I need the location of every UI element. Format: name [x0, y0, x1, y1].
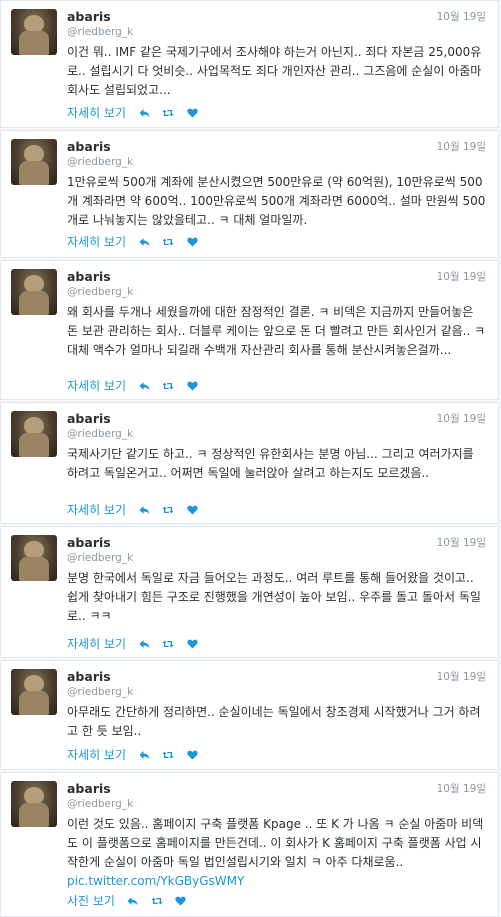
tweet[interactable]: abaris @riedberg_k 10월 19일 분명 한국에서 독일로 자…	[0, 526, 499, 658]
tweet-text-body: 이런 것도 있음.. 홈페이지 구축 플랫폼 Kpage .. 또 K 가 나옴…	[67, 817, 484, 869]
tweet-actions: 자세히 보기	[67, 377, 198, 394]
tweet[interactable]: abaris @riedberg_k 10월 19일 이건 뭐.. IMF 같은…	[0, 0, 499, 128]
tweet-date[interactable]: 10월 19일	[437, 411, 486, 426]
expand-link[interactable]: 자세히 보기	[67, 377, 126, 394]
tweet-actions: 자세히 보기	[67, 233, 198, 250]
user-handle[interactable]: @riedberg_k	[67, 26, 133, 38]
reply-icon[interactable]	[138, 107, 150, 119]
heart-icon[interactable]	[186, 638, 198, 650]
tweet-actions: 자세히 보기	[67, 746, 198, 763]
avatar[interactable]	[11, 139, 57, 185]
tweet-text: 이건 뭐.. IMF 같은 국제기구에서 조사해야 하는거 아닌지.. 죄다 자…	[67, 45, 482, 97]
tweet-actions: 자세히 보기	[67, 104, 198, 121]
user-name[interactable]: abaris	[67, 669, 111, 684]
heart-icon[interactable]	[186, 504, 198, 516]
tweet-date[interactable]: 10월 19일	[437, 535, 486, 550]
avatar[interactable]	[11, 269, 57, 315]
retweet-icon[interactable]	[162, 749, 174, 761]
reply-icon[interactable]	[138, 749, 150, 761]
reply-icon[interactable]	[138, 638, 150, 650]
expand-link[interactable]: 자세히 보기	[67, 746, 126, 763]
user-handle[interactable]: @riedberg_k	[67, 798, 133, 810]
expand-link[interactable]: 자세히 보기	[67, 233, 126, 250]
tweet-text: 국제사기단 같기도 하고.. ㅋ 정상적인 유한회사는 분명 아님... 그리고…	[67, 447, 474, 480]
view-photo-link[interactable]: 사진 보기	[67, 892, 115, 909]
tweet-text: 왜 회사를 두개나 세웠을까에 대한 잠정적인 결론. ㅋ 비덱은 지금까지 만…	[67, 305, 486, 357]
tweet-date[interactable]: 10월 19일	[437, 9, 486, 24]
heart-icon[interactable]	[186, 380, 198, 392]
tweet-date[interactable]: 10월 19일	[437, 669, 486, 684]
user-handle[interactable]: @riedberg_k	[67, 552, 133, 564]
avatar[interactable]	[11, 781, 57, 827]
retweet-icon[interactable]	[162, 504, 174, 516]
tweet-text: 아무래도 간단하게 정리하면.. 순실이네는 독일에서 창조경제 시작했거나 그…	[67, 705, 481, 738]
tweet[interactable]: abaris @riedberg_k 10월 19일 국제사기단 같기도 하고.…	[0, 402, 499, 524]
tweet-date[interactable]: 10월 19일	[437, 781, 486, 796]
retweet-icon[interactable]	[162, 236, 174, 248]
user-name[interactable]: abaris	[67, 269, 111, 284]
retweet-icon[interactable]	[162, 380, 174, 392]
avatar[interactable]	[11, 9, 57, 55]
heart-icon[interactable]	[186, 749, 198, 761]
tweet[interactable]: abaris @riedberg_k 10월 19일 1만유로씩 500개 계좌…	[0, 130, 499, 258]
tweet-text: 1만유로씩 500개 계좌에 분산시켰으면 500만유로 (약 60억원), 1…	[67, 175, 486, 227]
tweet-actions: 자세히 보기	[67, 635, 198, 652]
user-name[interactable]: abaris	[67, 411, 111, 426]
user-name[interactable]: abaris	[67, 535, 111, 550]
reply-icon[interactable]	[138, 504, 150, 516]
tweet-actions: 자세히 보기	[67, 501, 198, 518]
avatar[interactable]	[11, 411, 57, 457]
expand-link[interactable]: 자세히 보기	[67, 501, 126, 518]
expand-link[interactable]: 자세히 보기	[67, 104, 126, 121]
media-link[interactable]: pic.twitter.com/YkGByGsWMY	[67, 874, 244, 888]
tweet[interactable]: abaris @riedberg_k 10월 19일 이런 것도 있음.. 홈페…	[0, 772, 499, 917]
user-handle[interactable]: @riedberg_k	[67, 686, 133, 698]
heart-icon[interactable]	[186, 107, 198, 119]
tweet-text: 이런 것도 있음.. 홈페이지 구축 플랫폼 Kpage .. 또 K 가 나옴…	[67, 815, 488, 891]
tweet[interactable]: abaris @riedberg_k 10월 19일 아무래도 간단하게 정리하…	[0, 660, 499, 770]
user-name[interactable]: abaris	[67, 781, 111, 796]
reply-icon[interactable]	[138, 236, 150, 248]
heart-icon[interactable]	[186, 236, 198, 248]
tweet-actions: 사진 보기	[67, 892, 187, 909]
tweet[interactable]: abaris @riedberg_k 10월 19일 왜 회사를 두개나 세웠을…	[0, 260, 499, 400]
tweet-text: 분명 한국에서 독일로 자금 들어오는 과정도.. 여러 루트를 통해 들어왔을…	[67, 571, 481, 623]
avatar[interactable]	[11, 669, 57, 715]
retweet-icon[interactable]	[162, 107, 174, 119]
user-name[interactable]: abaris	[67, 9, 111, 24]
heart-icon[interactable]	[175, 895, 187, 907]
user-name[interactable]: abaris	[67, 139, 111, 154]
tweet-date[interactable]: 10월 19일	[437, 139, 486, 154]
user-handle[interactable]: @riedberg_k	[67, 428, 133, 440]
tweet-date[interactable]: 10월 19일	[437, 269, 486, 284]
retweet-icon[interactable]	[151, 895, 163, 907]
reply-icon[interactable]	[138, 380, 150, 392]
tweet-feed: abaris @riedberg_k 10월 19일 이건 뭐.. IMF 같은…	[0, 0, 501, 917]
expand-link[interactable]: 자세히 보기	[67, 635, 126, 652]
user-handle[interactable]: @riedberg_k	[67, 286, 133, 298]
avatar[interactable]	[11, 535, 57, 581]
user-handle[interactable]: @riedberg_k	[67, 156, 133, 168]
retweet-icon[interactable]	[162, 638, 174, 650]
reply-icon[interactable]	[127, 895, 139, 907]
